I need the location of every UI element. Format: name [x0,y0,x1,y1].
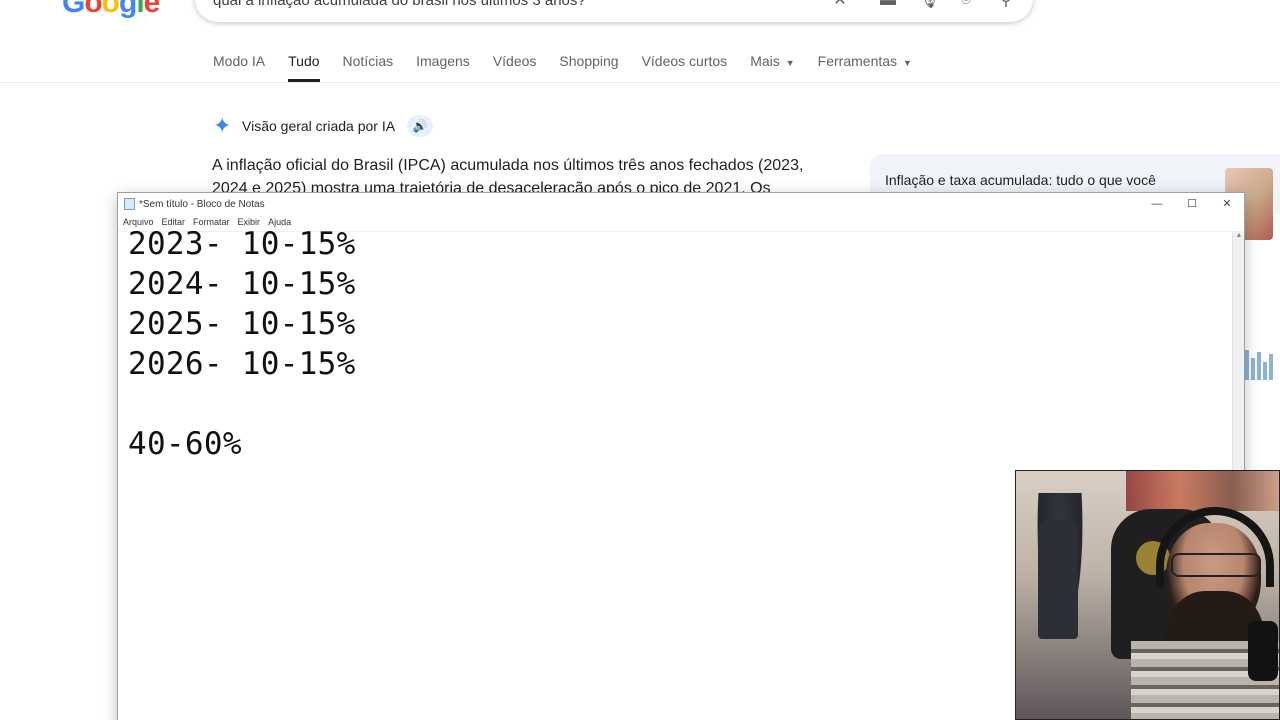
text-line: 2024- 10-15% [128,266,356,302]
caret-down-icon: ▼ [785,58,795,68]
tab-modo-ia[interactable]: Modo IA [213,53,265,82]
minimize-icon[interactable]: — [1143,196,1171,212]
clear-icon[interactable]: ✕ [831,0,849,10]
scroll-up-icon[interactable]: ▲ [1233,232,1245,239]
microphone-icon[interactable]: 🎙 [919,0,939,10]
search-bar[interactable]: qual a inflação acumulada do brasil nos … [195,0,1033,22]
text-line: 2023- 10-15% [128,226,356,262]
maximize-icon[interactable]: ☐ [1178,196,1206,212]
tab-imagens[interactable]: Imagens [416,53,470,82]
speaker-icon[interactable]: 🔊 [407,115,434,137]
google-logo[interactable]: Google [62,0,160,20]
text-line: 2026- 10-15% [128,346,356,382]
webcam-overlay [1015,470,1280,720]
chart-thumbnail-icon [1245,345,1275,380]
webcam-shelf [1126,471,1279,511]
ai-overview-header: ✦ Visão geral criada por IA 🔊 [213,113,434,138]
notepad-icon [124,198,135,210]
caret-down-icon: ▼ [903,58,912,68]
close-icon[interactable]: ✕ [1213,196,1241,212]
tab-noticias[interactable]: Notícias [343,53,394,82]
ai-overview-title: Visão geral criada por IA [242,118,396,134]
keyboard-icon[interactable]: ▬ [879,0,897,10]
glasses [1171,553,1261,577]
tab-ferramentas[interactable]: Ferramentas ▼ [818,53,912,82]
notepad-titlebar[interactable]: *Sem título - Bloco de Notas — ☐ ✕ [118,193,1244,215]
tab-tudo[interactable]: Tudo [288,53,320,82]
tab-shopping[interactable]: Shopping [559,53,618,82]
lens-icon[interactable]: ⌾ [957,0,975,10]
notepad-title: *Sem título - Bloco de Notas [139,199,265,210]
text-line: 2025- 10-15% [128,306,356,342]
search-tabs: Modo IA Tudo Notícias Imagens Vídeos Sho… [213,53,935,82]
sparkle-icon: ✦ [213,113,232,138]
more-options-icon[interactable]: ⋮ [1274,120,1280,137]
text-line: 40-60% [128,426,242,462]
tab-mais[interactable]: Mais ▼ [750,53,794,82]
tabs-divider [0,82,1280,83]
tab-videos-curtos[interactable]: Vídeos curtos [642,53,728,82]
microphone [1248,621,1278,681]
figure-body [1038,519,1078,639]
search-icon[interactable]: ⚲ [997,0,1015,10]
search-query[interactable]: qual a inflação acumulada do brasil nos … [213,0,586,9]
tab-videos[interactable]: Vídeos [493,53,537,82]
